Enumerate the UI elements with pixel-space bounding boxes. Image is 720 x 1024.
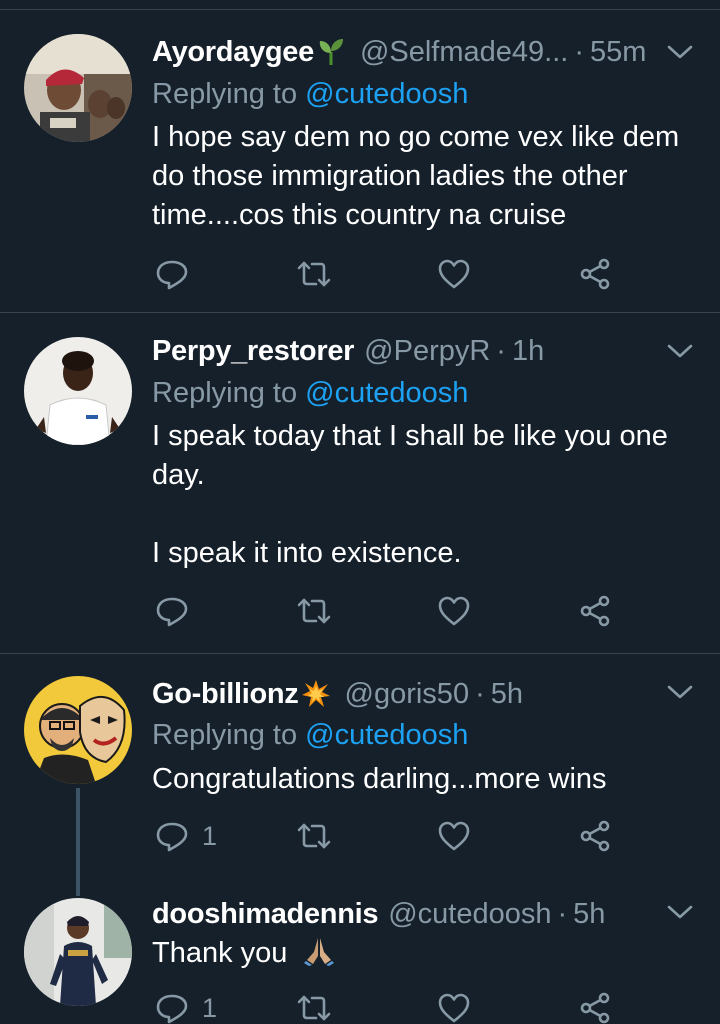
display-name[interactable]: Go-billionz bbox=[152, 674, 299, 714]
reply-button[interactable] bbox=[154, 591, 202, 631]
separator-dot: · bbox=[475, 678, 485, 710]
timestamp[interactable]: 55m bbox=[590, 32, 646, 72]
retweet-icon bbox=[297, 995, 331, 1021]
share-button[interactable] bbox=[578, 254, 612, 294]
like-button[interactable] bbox=[436, 816, 484, 856]
separator-dot: · bbox=[557, 898, 568, 930]
tweet-actions bbox=[152, 254, 632, 294]
replying-to-label: Replying to bbox=[152, 377, 298, 409]
tweet-4[interactable]: dooshimadennis @cutedoosh · 5h Thank you… bbox=[0, 882, 720, 1024]
user-handle[interactable]: @goris50 bbox=[345, 674, 470, 714]
replying-to: Replying to @cutedoosh bbox=[152, 373, 468, 413]
share-button[interactable] bbox=[578, 988, 612, 1024]
retweet-button[interactable] bbox=[296, 988, 344, 1024]
tweet-1[interactable]: Ayordaygee @Selfmade49... · 55m Replying… bbox=[0, 0, 720, 313]
reply-icon bbox=[156, 597, 188, 627]
reply-icon bbox=[156, 994, 188, 1024]
replying-to: Replying to @cutedoosh bbox=[152, 74, 468, 114]
share-icon bbox=[580, 992, 610, 1024]
replying-to: Replying to @cutedoosh bbox=[152, 715, 468, 755]
tweet-3[interactable]: Go-billionz @goris50 · 5h Replying to @c… bbox=[0, 654, 720, 896]
like-icon bbox=[438, 259, 470, 289]
retweet-button[interactable] bbox=[296, 254, 344, 294]
replying-to-label: Replying to bbox=[152, 719, 298, 751]
tweet-2[interactable]: Perpy_restorer @PerpyR · 1h Replying to … bbox=[0, 313, 720, 654]
display-name[interactable]: Ayordaygee bbox=[152, 32, 314, 72]
collision-emoji bbox=[301, 679, 331, 709]
tweet-actions: 1 bbox=[152, 988, 632, 1024]
user-handle[interactable]: @cutedoosh bbox=[388, 894, 551, 934]
timestamp[interactable]: 1h bbox=[512, 331, 544, 371]
reply-count: 1 bbox=[202, 992, 218, 1023]
tweet-actions: 1 bbox=[152, 816, 632, 856]
tweet-header: dooshimadennis @cutedoosh · 5h bbox=[152, 894, 605, 934]
tweet-text-content: Thank you bbox=[152, 937, 288, 969]
share-button[interactable] bbox=[578, 816, 612, 856]
share-icon bbox=[580, 258, 610, 290]
like-icon bbox=[438, 993, 470, 1023]
separator-dot: · bbox=[496, 335, 506, 367]
timestamp[interactable]: 5h bbox=[491, 674, 523, 714]
retweet-button[interactable] bbox=[296, 591, 344, 631]
reply-button[interactable]: 1 bbox=[154, 816, 217, 856]
display-name[interactable]: Perpy_restorer bbox=[152, 331, 354, 371]
timestamp[interactable]: 5h bbox=[573, 894, 605, 934]
tweet-header: Perpy_restorer @PerpyR · 1h bbox=[152, 331, 544, 371]
like-icon bbox=[438, 821, 470, 851]
replying-to-mention[interactable]: @cutedoosh bbox=[305, 377, 468, 409]
chevron-down-icon[interactable] bbox=[664, 335, 696, 367]
like-button[interactable] bbox=[436, 254, 484, 294]
chevron-down-icon[interactable] bbox=[664, 36, 696, 68]
avatar[interactable] bbox=[24, 337, 132, 445]
separator-dot: · bbox=[574, 36, 585, 68]
share-button[interactable] bbox=[578, 591, 612, 631]
replying-to-mention[interactable]: @cutedoosh bbox=[305, 719, 468, 751]
tweet-actions bbox=[152, 591, 632, 631]
chevron-down-icon[interactable] bbox=[664, 676, 696, 708]
folded-hands-emoji bbox=[303, 934, 335, 966]
avatar[interactable] bbox=[24, 34, 132, 142]
replying-to-label: Replying to bbox=[152, 78, 298, 110]
reply-button[interactable] bbox=[154, 254, 202, 294]
tweet-text: I hope say dem no go come vex like dem d… bbox=[152, 121, 680, 231]
like-button[interactable] bbox=[436, 988, 484, 1024]
thread-connector bbox=[76, 788, 80, 896]
reply-icon bbox=[156, 822, 188, 852]
like-icon bbox=[438, 596, 470, 626]
chevron-down-icon[interactable] bbox=[664, 896, 696, 928]
replying-to-mention[interactable]: @cutedoosh bbox=[305, 78, 468, 110]
seedling-emoji bbox=[316, 37, 346, 67]
like-button[interactable] bbox=[436, 591, 484, 631]
avatar[interactable] bbox=[24, 898, 132, 1006]
tweet-text: Thank you bbox=[152, 934, 712, 973]
retweet-icon bbox=[297, 261, 331, 287]
display-name[interactable]: dooshimadennis bbox=[152, 894, 379, 934]
retweet-button[interactable] bbox=[296, 816, 344, 856]
reply-button[interactable]: 1 bbox=[154, 988, 217, 1024]
tweet-text: Congratulations darling...more wins bbox=[152, 763, 607, 795]
reply-icon bbox=[156, 260, 188, 290]
share-icon bbox=[580, 820, 610, 852]
user-handle[interactable]: @Selfmade49... bbox=[360, 32, 568, 72]
avatar[interactable] bbox=[24, 676, 132, 784]
tweet-header: Go-billionz @goris50 · 5h bbox=[152, 674, 523, 714]
retweet-icon bbox=[297, 823, 331, 849]
reply-count: 1 bbox=[202, 820, 218, 851]
tweet-header: Ayordaygee @Selfmade49... · 55m bbox=[152, 32, 646, 72]
share-icon bbox=[580, 595, 610, 627]
user-handle[interactable]: @PerpyR bbox=[364, 331, 490, 371]
retweet-icon bbox=[297, 598, 331, 624]
tweet-text: I speak today that I shall be like you o… bbox=[152, 420, 668, 569]
